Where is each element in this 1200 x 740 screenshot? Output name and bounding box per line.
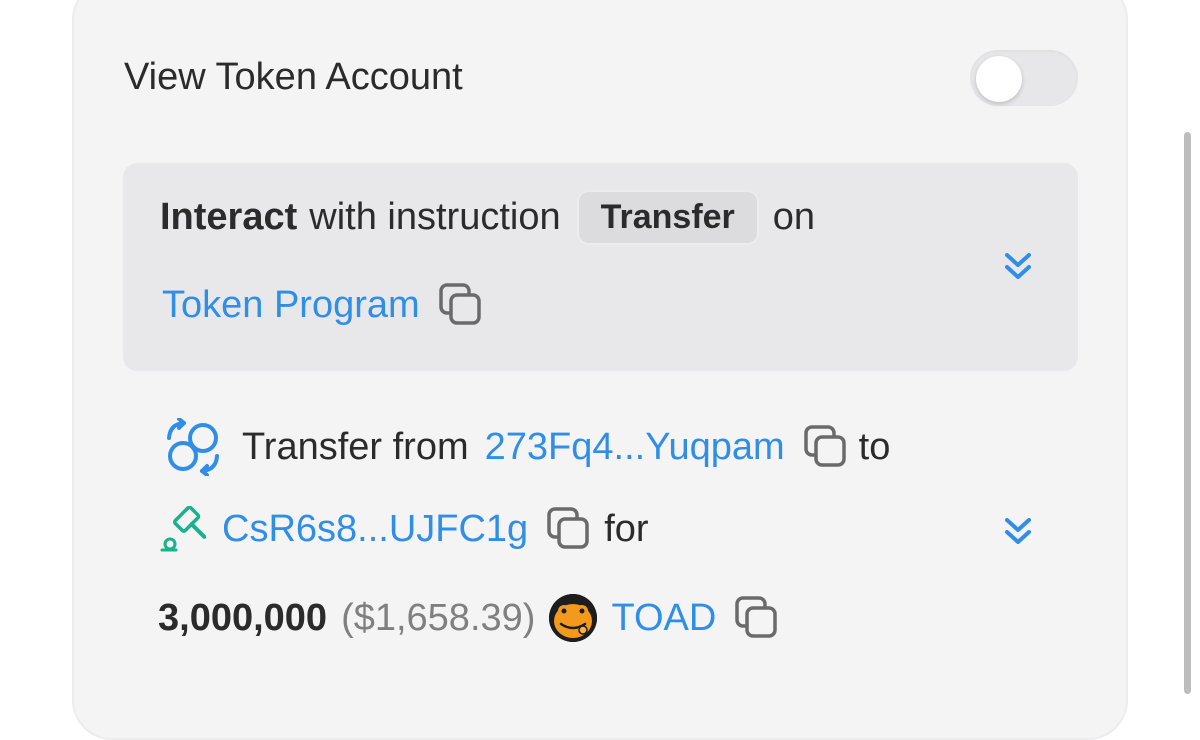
copy-icon[interactable] [803, 424, 849, 470]
with-instruction-text: with instruction [309, 196, 561, 238]
token-amount: 3,000,000 [158, 596, 328, 639]
view-token-account-toggle[interactable] [970, 50, 1078, 106]
copy-icon[interactable] [438, 282, 484, 328]
toad-token-icon [549, 594, 598, 642]
copy-icon[interactable] [734, 595, 780, 641]
amount-line: 3,000,000 ($1,658.39) TOAD [158, 594, 780, 642]
expand-chevron-icon[interactable] [1003, 250, 1033, 284]
token-program-link[interactable]: Token Program [162, 284, 420, 327]
to-text: to [858, 425, 891, 468]
on-text: on [772, 196, 816, 238]
transfer-from-label: Transfer from [242, 425, 469, 468]
instruction-line: Interact with instruction Transfer on [160, 190, 815, 245]
usd-value: ($1,658.39) [341, 596, 536, 639]
instruction-badge[interactable]: Transfer [576, 190, 759, 245]
token-symbol-link[interactable]: TOAD [611, 597, 716, 640]
transfer-to-line: CsR6s8...UJFC1g for [160, 505, 649, 552]
scrollbar[interactable] [1184, 132, 1191, 694]
transfer-from-line: Transfer from 273Fq4...Yuqpam to [164, 417, 891, 477]
copy-icon[interactable] [546, 506, 592, 552]
from-address-link[interactable]: 273Fq4...Yuqpam [485, 426, 785, 469]
expand-chevron-icon[interactable] [1003, 515, 1033, 549]
program-line: Token Program [162, 282, 484, 328]
toggle-knob [976, 56, 1022, 102]
hammer-icon [160, 505, 207, 552]
for-text: for [604, 507, 649, 550]
view-token-account-label: View Token Account [124, 56, 463, 98]
interact-word: Interact [160, 196, 298, 238]
to-address-link[interactable]: CsR6s8...UJFC1g [222, 508, 528, 551]
transfer-arrows-icon [164, 417, 222, 477]
